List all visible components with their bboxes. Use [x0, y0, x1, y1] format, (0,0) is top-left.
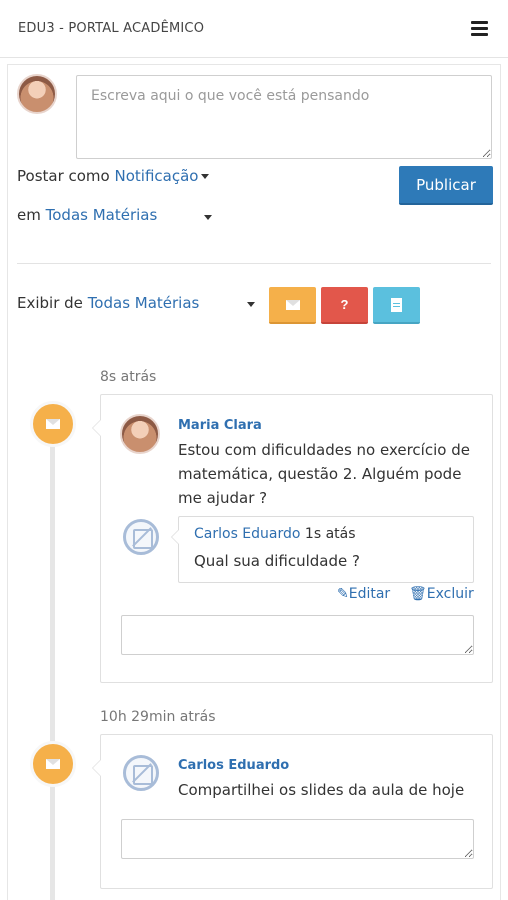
post-text: Compartilhei os slides da aula de hoje — [178, 781, 465, 799]
default-avatar-icon — [123, 755, 159, 791]
subject-row: em Todas Matérias — [17, 206, 157, 224]
reply-text: Qual sua dificuldade ? — [194, 552, 360, 570]
subject-dropdown[interactable]: Todas Matérias — [46, 206, 158, 224]
subject-label: em — [17, 206, 41, 224]
hamburger-menu-icon[interactable] — [471, 21, 488, 36]
question-icon: ? — [340, 297, 349, 312]
default-avatar-icon — [123, 519, 159, 555]
author-avatar — [120, 414, 160, 454]
post-author[interactable]: Maria Clara — [178, 418, 262, 433]
post-as-row: Postar como Notificação — [17, 167, 210, 185]
comment-input[interactable] — [121, 819, 474, 859]
timeline-time: 8s atrás — [100, 369, 157, 385]
compose-input[interactable] — [76, 75, 492, 159]
timeline-line — [50, 420, 55, 900]
envelope-icon — [46, 759, 60, 769]
document-icon — [391, 297, 402, 312]
main-content: Postar como Notificação Publicar em Toda… — [7, 64, 501, 900]
reply-header: Carlos Eduardo 1s atás — [194, 526, 356, 542]
chevron-down-icon[interactable] — [247, 302, 255, 307]
filter-label: Exibir de — [17, 294, 83, 312]
divider — [17, 263, 491, 264]
timeline-bubble — [30, 741, 76, 787]
filter-row: Exibir de Todas Matérias — [17, 294, 199, 312]
top-bar: EDU3 - PORTAL ACADÊMICO — [0, 0, 508, 58]
filter-notifications-button[interactable] — [269, 287, 316, 324]
filter-documents-button[interactable] — [373, 287, 420, 324]
edit-icon: ✎ — [337, 586, 349, 602]
post-card: Carlos Eduardo Compartilhei os slides da… — [92, 734, 493, 889]
reply-time: 1s atás — [304, 526, 356, 542]
post-as-dropdown[interactable]: Notificação — [115, 167, 199, 185]
timeline-bubble — [30, 401, 76, 447]
timeline-time: 10h 29min atrás — [100, 709, 216, 725]
trash-icon: 🗑 — [409, 586, 427, 602]
comment-input[interactable] — [121, 615, 474, 655]
post-card: Maria Clara Estou com dificuldades no ex… — [92, 394, 493, 683]
post-author[interactable]: Carlos Eduardo — [178, 758, 289, 773]
app-title: EDU3 - PORTAL ACADÊMICO — [18, 21, 205, 36]
edit-link[interactable]: ✎Editar — [337, 586, 390, 602]
reply-author[interactable]: Carlos Eduardo — [194, 526, 300, 542]
reply-comment: Carlos Eduardo 1s atás Qual sua dificuld… — [171, 516, 474, 583]
user-avatar — [17, 74, 57, 114]
envelope-icon — [285, 299, 300, 310]
filter-dropdown[interactable]: Todas Matérias — [88, 294, 200, 312]
filter-questions-button[interactable]: ? — [321, 287, 368, 324]
post-text: Estou com dificuldades no exercício de m… — [178, 441, 470, 507]
post-as-label: Postar como — [17, 167, 110, 185]
chevron-down-icon — [201, 174, 210, 179]
chevron-down-icon[interactable] — [204, 215, 212, 220]
publish-button[interactable]: Publicar — [399, 166, 493, 205]
envelope-icon — [46, 419, 60, 429]
delete-link[interactable]: 🗑Excluir — [409, 586, 474, 602]
